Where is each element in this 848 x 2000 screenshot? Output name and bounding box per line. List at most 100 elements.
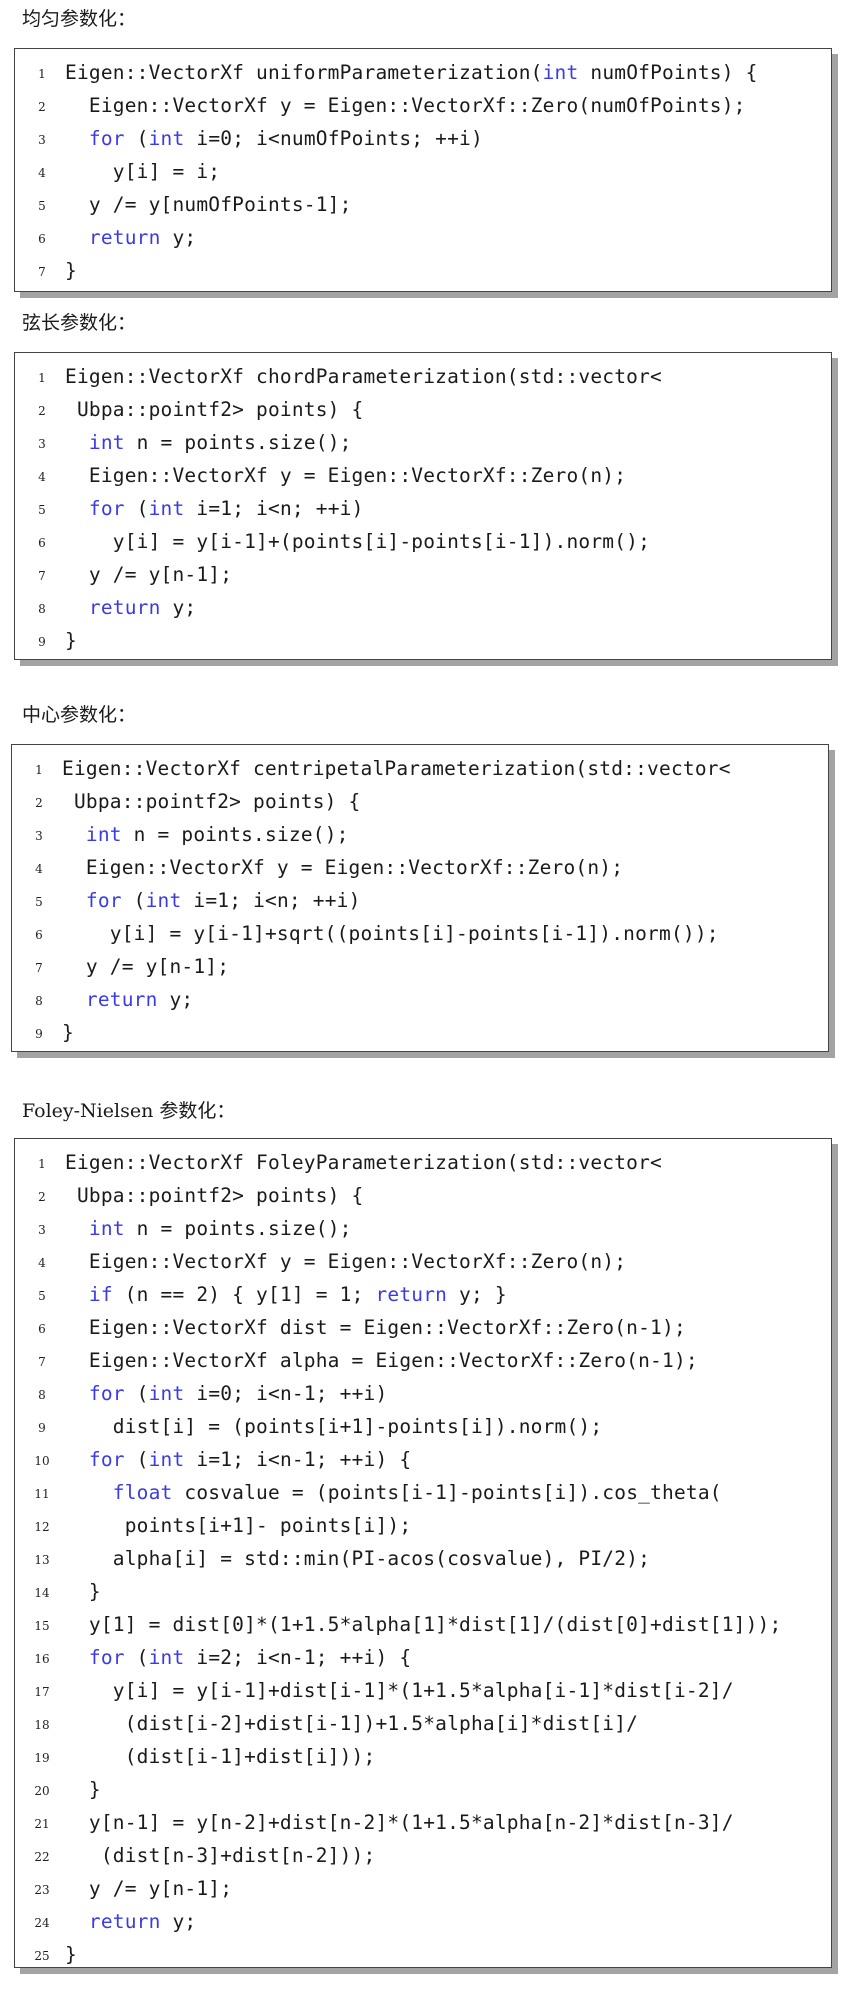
code-listing-centripetal: 1 Eigen::VectorXf centripetalParameteriza… xyxy=(11,744,829,1052)
code-token: n = points.size(); xyxy=(124,431,352,454)
code-token: } xyxy=(65,259,77,282)
section-heading-chord: 弦长参数化： xyxy=(22,312,137,334)
code-text: Eigen::VectorXf centripetalParameterizat… xyxy=(62,757,731,780)
code-line: 7} xyxy=(15,255,831,288)
code-text: y /= y[n-1]; xyxy=(62,955,229,978)
line-number: 17 xyxy=(34,1685,50,1699)
line-number: 21 xyxy=(34,1817,50,1831)
code-line: 5 if (n == 2) { y[1] = 1; return y; } xyxy=(15,1279,831,1312)
code-token: Eigen::VectorXf y = Eigen::VectorXf::Zer… xyxy=(65,94,746,117)
code-line: 11 float cosvalue = (points[i-1]-points[… xyxy=(15,1477,831,1510)
code-text: points[i+1]- points[i]); xyxy=(65,1514,411,1537)
code-line: 13 alpha[i] = std::min(PI-acos(cosvalue)… xyxy=(15,1543,831,1576)
code-token: i=2; i<n-1; ++i) { xyxy=(184,1646,412,1669)
code-text: Ubpa::pointf2> points) { xyxy=(62,790,361,813)
line-number: 9 xyxy=(35,1027,43,1041)
code-text: dist[i] = (points[i+1]-points[i]).norm()… xyxy=(65,1415,602,1438)
code-token: y /= y[n-1]; xyxy=(65,563,233,586)
line-number: 4 xyxy=(38,166,46,180)
code-line: 16 for (int i=2; i<n-1; ++i) { xyxy=(15,1642,831,1675)
code-line: 9} xyxy=(15,625,831,658)
code-token: y /= y[numOfPoints-1]; xyxy=(65,193,352,216)
code-line: 7 y /= y[n-1]; xyxy=(12,951,828,984)
line-number: 13 xyxy=(34,1553,50,1567)
code-text: } xyxy=(65,629,77,652)
line-number: 3 xyxy=(38,437,46,451)
line-number: 23 xyxy=(34,1883,50,1897)
line-number: 25 xyxy=(34,1949,50,1963)
code-text: } xyxy=(65,1778,101,1801)
code-line: 4 Eigen::VectorXf y = Eigen::VectorXf::Z… xyxy=(12,852,828,885)
code-token: } xyxy=(62,1021,74,1044)
keyword-token: for xyxy=(88,1646,125,1669)
keyword-token: int xyxy=(85,823,122,846)
code-token: Eigen::VectorXf centripetalParameterizat… xyxy=(62,757,731,780)
code-token: Ubpa::pointf2> points) { xyxy=(65,1184,364,1207)
code-token: n = points.size(); xyxy=(121,823,349,846)
keyword-token: for xyxy=(88,497,125,520)
code-text: } xyxy=(65,1943,77,1966)
keyword-token: int xyxy=(148,127,185,150)
code-line: 5 for (int i=1; i<n; ++i) xyxy=(15,493,831,526)
code-text: return y; xyxy=(65,1910,196,1933)
line-number: 5 xyxy=(38,199,46,213)
code-line: 25} xyxy=(15,1939,831,1972)
code-line: 24 return y; xyxy=(15,1906,831,1939)
code-text: } xyxy=(65,1580,101,1603)
code-token: alpha[i] = std::min(PI-acos(cosvalue), P… xyxy=(65,1547,651,1570)
code-token: } xyxy=(65,1778,101,1801)
code-text: Eigen::VectorXf uniformParameterization(… xyxy=(65,61,758,84)
code-token: y /= y[n-1]; xyxy=(62,955,230,978)
code-token: Eigen::VectorXf uniformParameterization( xyxy=(65,61,543,84)
line-number: 2 xyxy=(38,1190,46,1204)
line-number: 2 xyxy=(38,404,46,418)
code-text: Ubpa::pointf2> points) { xyxy=(65,1184,364,1207)
code-token: Eigen::VectorXf y = Eigen::VectorXf::Zer… xyxy=(65,464,627,487)
code-line: 20 } xyxy=(15,1774,831,1807)
keyword-token: int xyxy=(542,61,579,84)
code-token: y[i] = y[i-1]+sqrt((points[i]-points[i-1… xyxy=(62,922,719,945)
line-number: 6 xyxy=(38,536,46,550)
code-token: ( xyxy=(124,127,149,150)
code-text: return y; xyxy=(65,596,196,619)
code-text: for (int i=1; i<n-1; ++i) { xyxy=(65,1448,411,1471)
code-token: y[i] = i; xyxy=(65,160,221,183)
code-token: y /= y[n-1]; xyxy=(65,1877,233,1900)
code-token: y; xyxy=(160,596,197,619)
line-number: 5 xyxy=(38,1289,46,1303)
keyword-token: int xyxy=(148,497,185,520)
line-number: 9 xyxy=(38,1421,46,1435)
line-number: 6 xyxy=(38,1322,46,1336)
code-line: 6 y[i] = y[i-1]+(points[i]-points[i-1]).… xyxy=(15,526,831,559)
code-line: 2 Ubpa::pointf2> points) { xyxy=(15,1180,831,1213)
code-text: (dist[i-2]+dist[i-1])+1.5*alpha[i]*dist[… xyxy=(65,1712,638,1735)
code-token: y[n-1] = y[n-2]+dist[n-2]*(1+1.5*alpha[n… xyxy=(65,1811,734,1834)
line-number: 15 xyxy=(34,1619,50,1633)
code-text: int n = points.size(); xyxy=(65,431,352,454)
code-token: i=1; i<n; ++i) xyxy=(181,889,361,912)
code-token: Ubpa::pointf2> points) { xyxy=(62,790,361,813)
line-number: 20 xyxy=(34,1784,50,1798)
line-number: 3 xyxy=(38,1223,46,1237)
line-number: 4 xyxy=(35,862,43,876)
code-line: 3 int n = points.size(); xyxy=(15,1213,831,1246)
code-line: 3 for (int i=0; i<numOfPoints; ++i) xyxy=(15,123,831,156)
code-line: 1 Eigen::VectorXf chordParameterization(s… xyxy=(15,361,831,394)
code-text: Ubpa::pointf2> points) { xyxy=(65,398,364,421)
keyword-token: int xyxy=(145,889,182,912)
code-line: 5 for (int i=1; i<n; ++i) xyxy=(12,885,828,918)
code-token: i=0; i<n-1; ++i) xyxy=(184,1382,388,1405)
line-number: 19 xyxy=(34,1751,50,1765)
code-token: Eigen::VectorXf y = Eigen::VectorXf::Zer… xyxy=(62,856,624,879)
line-number: 1 xyxy=(38,1157,46,1171)
code-text: float cosvalue = (points[i-1]-points[i])… xyxy=(65,1481,722,1504)
code-text: y /= y[n-1]; xyxy=(65,563,232,586)
code-token: } xyxy=(65,1943,77,1966)
keyword-token: return xyxy=(88,596,161,619)
code-text: for (int i=2; i<n-1; ++i) { xyxy=(65,1646,411,1669)
